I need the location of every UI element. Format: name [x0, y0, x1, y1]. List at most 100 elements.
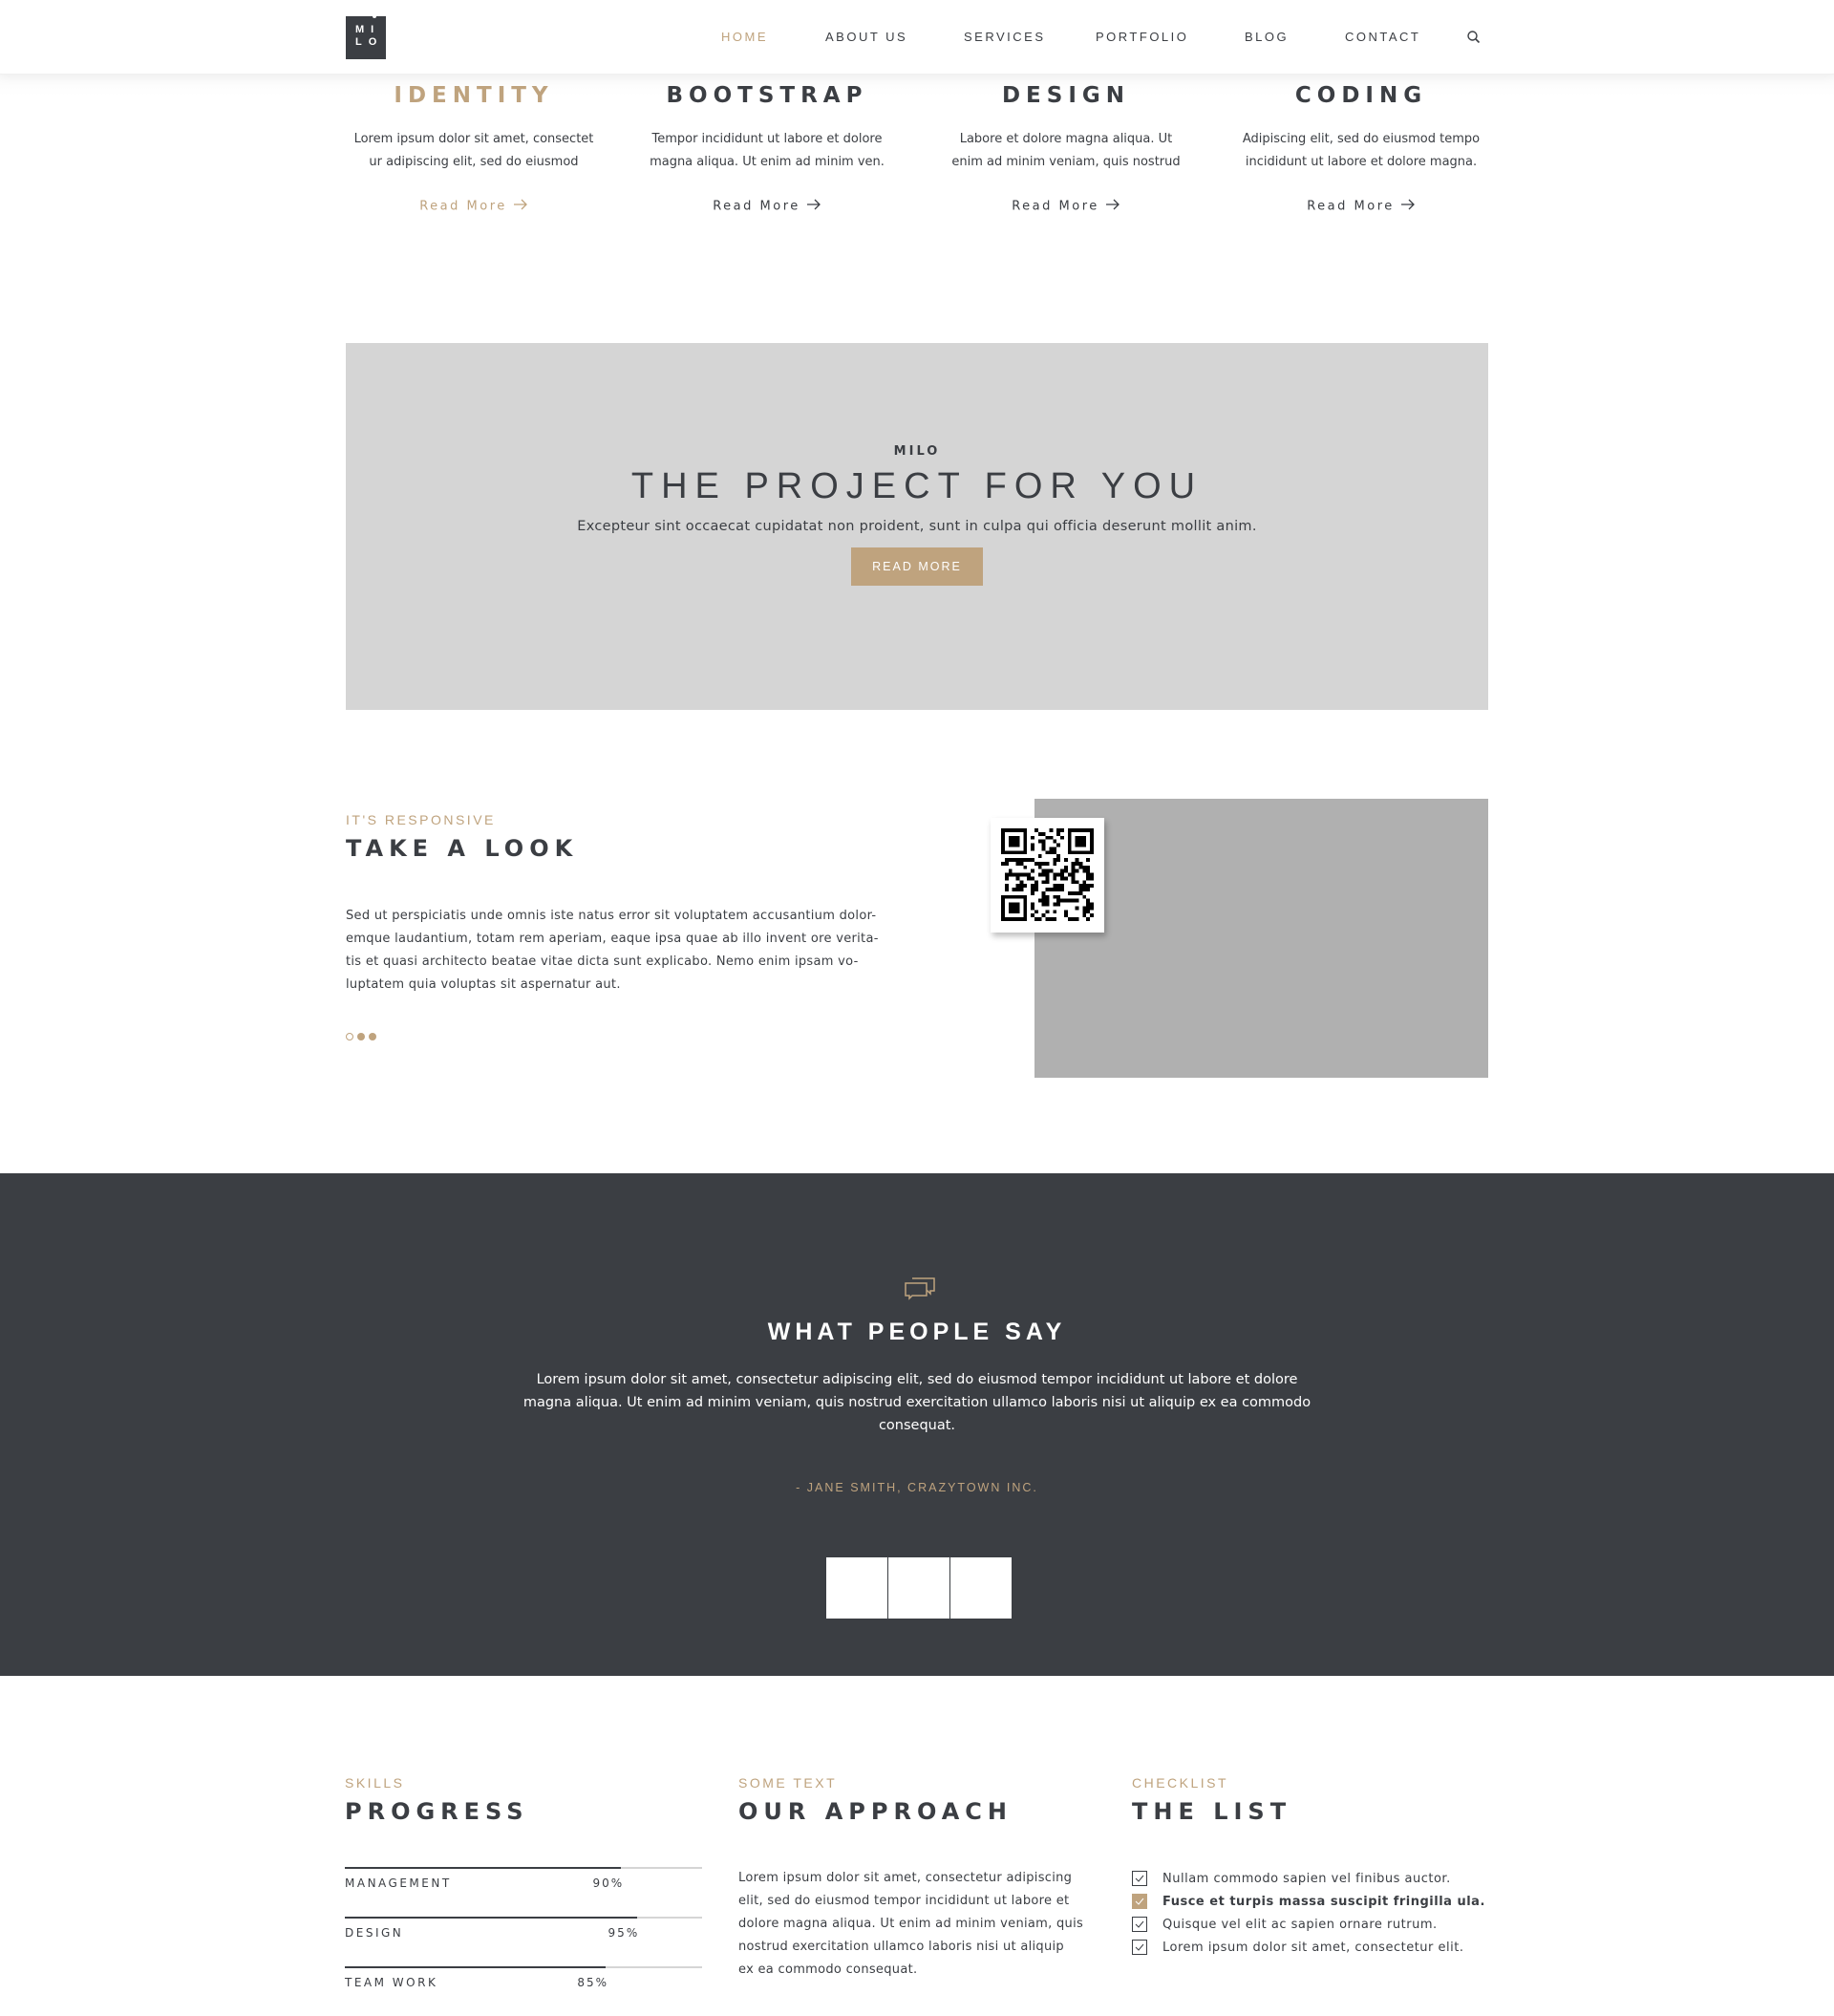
qr-module	[1034, 884, 1038, 889]
read-more-link[interactable]: Read More	[1307, 199, 1416, 214]
nav-contact[interactable]: CONTACT	[1345, 30, 1420, 44]
qr-module	[1060, 869, 1064, 873]
testimonial-title: WHAT PEOPLE SAY	[767, 1319, 1067, 1345]
section-kicker: SOME TEXT	[738, 1775, 838, 1791]
checklist-text: Lorem ipsum dolor sit amet, consectetur …	[1162, 1940, 1464, 1955]
read-more-link[interactable]: Read More	[1012, 199, 1120, 214]
thumbnail-1[interactable]	[826, 1557, 887, 1619]
arrow-right-icon	[513, 199, 528, 214]
qr-module	[1045, 880, 1050, 885]
qr-module	[1027, 858, 1032, 862]
para-line: dolore magna aliqua. Ut enim ad minim ve…	[738, 1917, 1084, 1931]
desc-line: Tempor incididunt ut labore et dolore	[651, 132, 883, 146]
qr-module	[1056, 898, 1061, 903]
checklist-text: Quisque vel elit ac sapien ornare rutrum…	[1162, 1917, 1438, 1932]
qr-module	[1034, 888, 1038, 891]
nav-home[interactable]: HOME	[721, 30, 768, 44]
qr-module	[1053, 894, 1057, 899]
qr-module	[1031, 869, 1034, 873]
qr-module	[1037, 898, 1042, 903]
skills-section: SKILLS PROGRESS MANAGEMENT 90% DESIGN 95…	[345, 1775, 703, 2016]
qr-module	[1045, 898, 1050, 903]
checkbox-checked-icon[interactable]	[1132, 1940, 1147, 1955]
qr-module	[1049, 850, 1054, 855]
nav-about-us[interactable]: ABOUT US	[825, 30, 907, 44]
qr-module	[1075, 898, 1079, 903]
project-banner: MILO THE PROJECT FOR YOU Excepteur sint …	[346, 343, 1488, 710]
qr-module	[1086, 902, 1091, 907]
checkbox-checked-icon[interactable]	[1132, 1871, 1147, 1886]
qr-module	[1056, 872, 1061, 877]
desc-line: Adipiscing elit, sed do eiusmod tempo	[1242, 132, 1481, 146]
progress-value: 95%	[608, 1926, 640, 1940]
arrow-right-icon	[806, 199, 821, 214]
service-bootstrap: 02 BOOTSTRAP Tempor incididunt ut labore…	[633, 57, 901, 214]
qr-module	[1023, 872, 1028, 877]
qr-module	[1004, 872, 1009, 877]
qr-module	[1053, 884, 1057, 889]
read-more-link[interactable]: Read More	[713, 199, 821, 214]
qr-module	[1056, 894, 1061, 899]
qr-module	[1041, 902, 1046, 907]
slider-dot-1[interactable]	[346, 1033, 353, 1040]
qr-module	[1067, 872, 1072, 877]
read-more-link[interactable]: Read More	[419, 199, 528, 214]
qr-module	[1086, 898, 1091, 903]
qr-module	[1075, 906, 1079, 911]
qr-module	[1041, 880, 1046, 885]
qr-module	[1023, 858, 1028, 862]
qr-module	[1004, 876, 1009, 881]
checkbox-checked-icon[interactable]	[1132, 1894, 1147, 1909]
qr-module	[1053, 888, 1057, 891]
qr-module	[1008, 858, 1013, 862]
checklist-item: Quisque vel elit ac sapien ornare rutrum…	[1132, 1913, 1490, 1936]
qr-module	[1067, 890, 1072, 895]
qr-module	[1004, 858, 1009, 862]
qr-module	[1071, 865, 1076, 869]
qr-module	[1015, 888, 1020, 891]
qr-module	[1049, 835, 1054, 840]
thumbnail-2[interactable]	[888, 1557, 949, 1619]
para-line: nostrud exercitation ullamco laboris nis…	[738, 1940, 1064, 1954]
qr-module	[1060, 828, 1064, 832]
qr-module	[1045, 850, 1050, 855]
qr-module	[1012, 888, 1016, 891]
qr-module	[1056, 888, 1061, 891]
qr-module	[1056, 902, 1061, 907]
qr-module	[1063, 876, 1068, 881]
para-line: ex ea commodo consequat.	[738, 1962, 918, 1977]
qr-module	[1086, 872, 1091, 877]
read-more-button[interactable]: READ MORE	[851, 547, 983, 586]
banner-headline: THE PROJECT FOR YOU	[630, 466, 1204, 506]
qr-module	[1086, 869, 1091, 873]
qr-module	[1071, 869, 1076, 873]
arrow-right-icon	[1400, 199, 1416, 214]
qr-module	[1075, 858, 1079, 862]
qr-module	[1071, 890, 1076, 895]
checkbox-checked-icon[interactable]	[1132, 1917, 1147, 1932]
progress-fill	[345, 1867, 622, 1869]
qr-module	[1071, 876, 1076, 881]
search-icon[interactable]	[1466, 30, 1482, 45]
qr-module	[1031, 890, 1034, 895]
section-title: THE LIST	[1132, 1798, 1292, 1825]
slider-dot-3[interactable]	[369, 1033, 376, 1040]
qr-module	[1082, 869, 1087, 873]
nav-services[interactable]: SERVICES	[964, 30, 1046, 44]
approach-section: SOME TEXT OUR APPROACH Lorem ipsum dolor…	[738, 1775, 1097, 1982]
nav-portfolio[interactable]: PORTFOLIO	[1096, 30, 1188, 44]
checklist-section: CHECKLIST THE LIST Nullam commodo sapien…	[1132, 1775, 1490, 1959]
qr-module	[1015, 861, 1020, 866]
nav-blog[interactable]: BLOG	[1245, 30, 1289, 44]
responsive-section: IT'S RESPONSIVE TAKE A LOOK Sed ut persp…	[346, 812, 900, 1040]
thumbnail-3[interactable]	[950, 1557, 1012, 1619]
qr-module	[1045, 894, 1050, 899]
quote-line: consequat.	[878, 1418, 956, 1433]
slider-dot-2[interactable]	[357, 1033, 365, 1040]
para-line: Sed ut perspiciatis unde omnis iste natu…	[346, 909, 877, 923]
service-title: CODING	[1294, 83, 1428, 108]
progress-item: DESIGN 95%	[345, 1917, 703, 1966]
service-description: Lorem ipsum dolor sit amet, consectet ur…	[340, 128, 608, 174]
progress-label: TEAM WORK	[345, 1976, 438, 1989]
qr-module	[1045, 902, 1050, 907]
